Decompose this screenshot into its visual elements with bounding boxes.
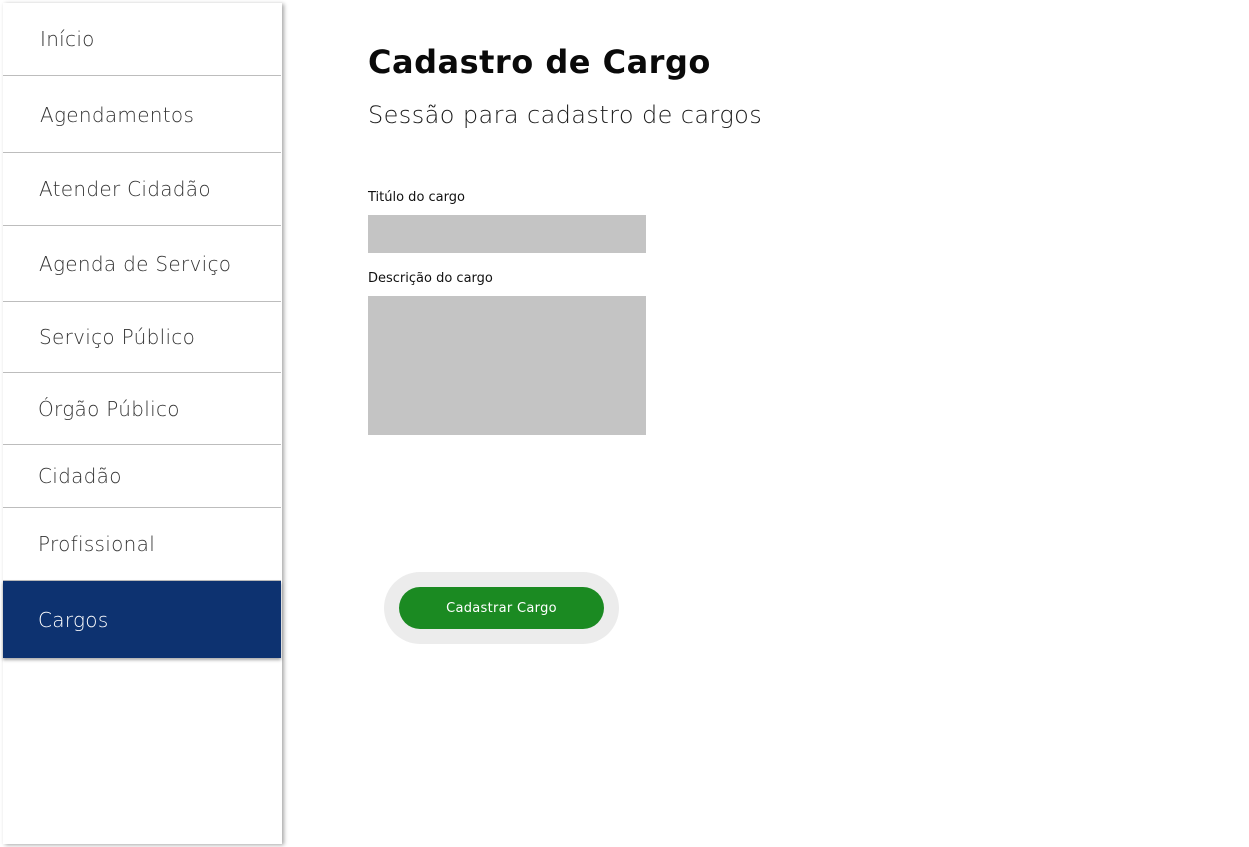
submit-button-container: Cadastrar Cargo	[384, 572, 619, 644]
sidebar-item-servico-publico[interactable]: Serviço Público	[3, 302, 281, 373]
description-input[interactable]	[368, 296, 646, 435]
sidebar-item-label: Serviço Público	[39, 325, 196, 349]
sidebar-item-cargos[interactable]: Cargos	[3, 581, 281, 658]
sidebar-item-profissional[interactable]: Profissional	[3, 508, 281, 581]
sidebar-item-inicio[interactable]: Início	[3, 3, 281, 76]
page-title: Cadastro de Cargo	[368, 43, 711, 81]
sidebar: Início Agendamentos Atender Cidadão Agen…	[3, 3, 282, 844]
page-subtitle: Sessão para cadastro de cargos	[368, 101, 763, 129]
title-field-label: Titúlo do cargo	[368, 190, 465, 205]
sidebar-item-label: Atender Cidadão	[39, 177, 211, 201]
description-field-label: Descrição do cargo	[368, 271, 493, 286]
title-input[interactable]	[368, 215, 646, 253]
sidebar-item-orgao-publico[interactable]: Órgão Público	[3, 373, 281, 445]
sidebar-item-label: Cargos	[38, 607, 109, 632]
sidebar-item-label: Órgão Público	[38, 396, 180, 421]
sidebar-item-cidadao[interactable]: Cidadão	[3, 445, 281, 508]
sidebar-item-label: Profissional	[38, 532, 156, 556]
sidebar-item-label: Agendamentos	[40, 102, 195, 127]
sidebar-item-label: Início	[40, 27, 95, 51]
sidebar-item-agendamentos[interactable]: Agendamentos	[3, 77, 281, 153]
sidebar-item-label: Cidadão	[38, 464, 122, 488]
sidebar-item-agenda-de-servico[interactable]: Agenda de Serviço	[3, 226, 281, 302]
cadastrar-cargo-button[interactable]: Cadastrar Cargo	[399, 587, 604, 629]
sidebar-item-label: Agenda de Serviço	[39, 251, 232, 276]
page: Início Agendamentos Atender Cidadão Agen…	[0, 0, 1249, 847]
sidebar-item-atender-cidadao[interactable]: Atender Cidadão	[3, 153, 281, 226]
